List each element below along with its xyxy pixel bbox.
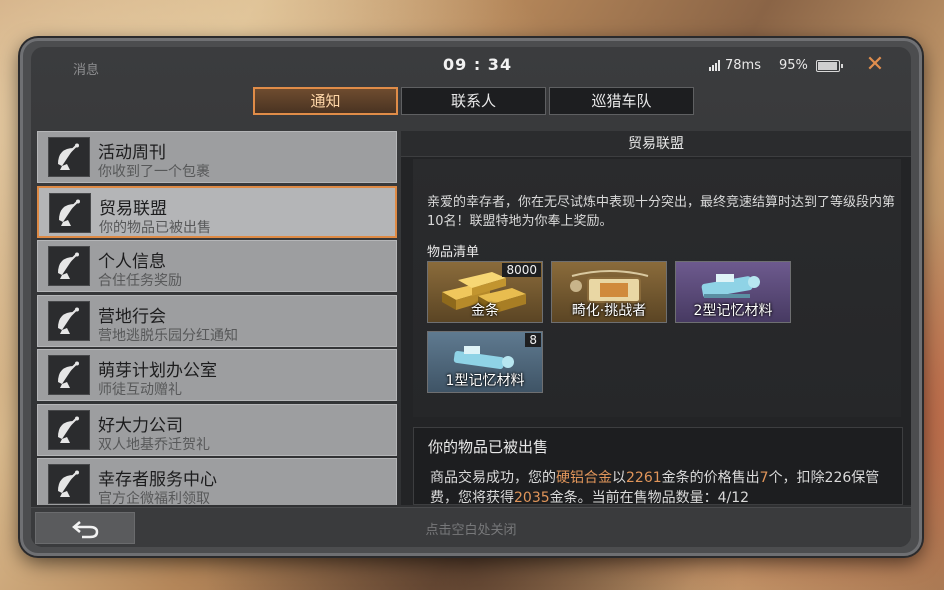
tab-bar: 通知 联系人 巡猎车队 xyxy=(253,87,694,115)
message-list: 活动周刊 你收到了一个包裹 贸易联盟 你的物品已被出售 个人信息 合住任务奖励 xyxy=(37,131,401,505)
messages-label: 消息 xyxy=(73,63,100,78)
message-title: 贸易联盟 xyxy=(99,198,167,219)
item-sold-message-card: 你的物品已被出售 商品交易成功，您的硬铝合金以2261金条的价格售出7个，扣除2… xyxy=(413,427,903,505)
item-name: 2型记忆材料 xyxy=(693,303,773,319)
sold-price: 2261 xyxy=(626,470,662,486)
item-gold-bars[interactable]: 8000 金条 xyxy=(427,261,543,323)
satellite-dish-icon xyxy=(48,409,90,450)
reward-message-card: 亲爱的幸存者，你在无尽试炼中表现十分突出，最终竞速结算时达到了等级段内第10名！… xyxy=(413,159,901,417)
bottom-bar[interactable]: 点击空白处关闭 xyxy=(31,507,911,547)
message-title: 萌芽计划办公室 xyxy=(98,361,217,381)
message-subtitle: 双人地基乔迁贺礼 xyxy=(98,436,210,453)
items-list-label: 物品清单 xyxy=(427,245,480,260)
message-subtitle: 你收到了一个包裹 xyxy=(98,164,210,180)
sold-card-body: 商品交易成功，您的硬铝合金以2261金条的价格售出7个，扣除226保管费，您将获… xyxy=(430,470,880,505)
item-count: 8000 xyxy=(502,263,541,277)
reward-message-body: 亲爱的幸存者，你在无尽试炼中表现十分突出，最终竞速结算时达到了等级段内第10名！… xyxy=(427,195,896,229)
item-name: 畸化·挑战者 xyxy=(571,303,647,319)
message-item-sprout-office[interactable]: 萌芽计划办公室 师徒互动赠礼 xyxy=(37,349,397,401)
message-item-activity-weekly[interactable]: 活动周刊 你收到了一个包裹 xyxy=(37,131,397,183)
message-subtitle: 营地逃脱乐园分红通知 xyxy=(98,327,238,344)
satellite-dish-icon xyxy=(48,246,90,286)
phone-frame: 消息 09 : 34 78ms 95% ✕ 通知 联系人 巡猎车队 活动周刊 你… xyxy=(20,38,922,556)
message-title: 活动周刊 xyxy=(98,143,166,163)
tab-hunting-convoy[interactable]: 巡猎车队 xyxy=(549,87,694,115)
item-name: 1型记忆材料 xyxy=(445,373,525,389)
message-subtitle: 官方企微福利领取 xyxy=(98,491,210,505)
satellite-dish-icon xyxy=(48,137,90,177)
status-bar: 消息 09 : 34 78ms 95% ✕ xyxy=(31,47,911,83)
tab-contacts[interactable]: 联系人 xyxy=(401,87,546,115)
ping-value: 78ms xyxy=(725,58,761,73)
clock: 09 : 34 xyxy=(443,55,513,74)
item-type2-memory-material[interactable]: 2型记忆材料 xyxy=(675,261,791,323)
item-name: 金条 xyxy=(471,303,499,319)
detail-header: 贸易联盟 xyxy=(401,131,911,157)
sold-item-name: 硬铝合金 xyxy=(556,470,612,486)
tab-notifications[interactable]: 通知 xyxy=(253,87,398,115)
satellite-dish-icon xyxy=(49,192,91,233)
satellite-dish-icon xyxy=(48,355,90,395)
message-subtitle: 你的物品已被出售 xyxy=(99,219,211,236)
message-title: 个人信息 xyxy=(98,252,166,272)
message-title: 好大力公司 xyxy=(98,415,183,436)
item-type1-memory-material[interactable]: 8 1型记忆材料 xyxy=(427,331,543,393)
message-item-haodali-company[interactable]: 好大力公司 双人地基乔迁贺礼 xyxy=(37,403,397,456)
close-hint: 点击空白处关闭 xyxy=(425,523,517,538)
message-item-trade-union[interactable]: 贸易联盟 你的物品已被出售 xyxy=(37,185,397,238)
phone-screen: 消息 09 : 34 78ms 95% ✕ 通知 联系人 巡猎车队 活动周刊 你… xyxy=(31,47,911,547)
item-challenger-nameplate[interactable]: 畸化·挑战者 xyxy=(551,261,667,323)
sold-quantity: 7 xyxy=(759,470,769,486)
satellite-dish-icon xyxy=(48,464,90,504)
item-count: 8 xyxy=(525,333,541,347)
battery-icon xyxy=(815,59,843,72)
battery-percent: 95% xyxy=(778,58,808,73)
sold-card-title: 你的物品已被出售 xyxy=(428,438,549,456)
message-detail-panel[interactable]: 贸易联盟 亲爱的幸存者，你在无尽试炼中表现十分突出，最终竞速结算时达到了等级段内… xyxy=(401,131,911,505)
status-indicators: 78ms 95% xyxy=(709,58,843,73)
satellite-dish-icon xyxy=(48,300,90,341)
message-item-survivor-service[interactable]: 幸存者服务中心 官方企微福利领取 xyxy=(37,458,397,505)
message-title: 幸存者服务中心 xyxy=(98,470,217,490)
signal-icon xyxy=(709,60,720,71)
message-title: 营地行会 xyxy=(98,306,166,327)
close-icon[interactable]: ✕ xyxy=(863,53,887,77)
message-item-personal-info[interactable]: 个人信息 合住任务奖励 xyxy=(37,240,397,292)
earned-gold: 2035 xyxy=(514,490,550,505)
message-item-camp-guild[interactable]: 营地行会 营地逃脱乐园分红通知 xyxy=(37,294,397,347)
message-subtitle: 师徒互动赠礼 xyxy=(98,382,182,398)
message-subtitle: 合住任务奖励 xyxy=(98,273,182,289)
